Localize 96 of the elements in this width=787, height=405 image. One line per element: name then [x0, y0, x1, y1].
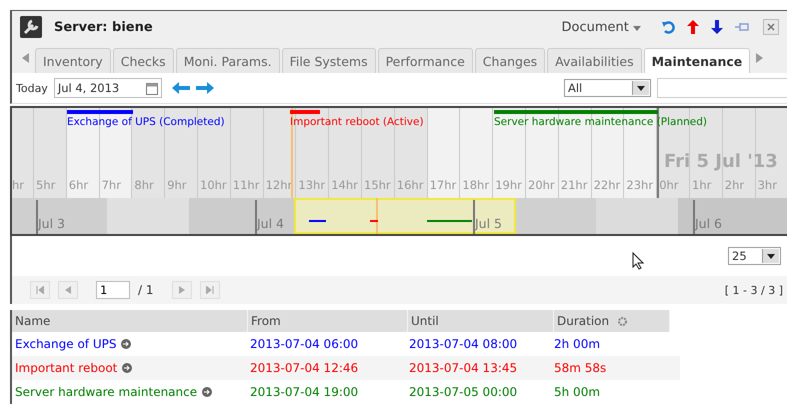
hour-label: 9hr — [167, 178, 187, 192]
hour-label: 5hr — [36, 178, 56, 192]
day-label: Jul 4 — [257, 216, 284, 231]
filter-select[interactable]: All — [564, 79, 651, 97]
table-cell[interactable]: Server hardware maintenance — [15, 385, 198, 399]
document-menu[interactable]: Document — [562, 20, 641, 34]
page-total: / 1 — [138, 283, 154, 297]
close-button[interactable] — [763, 19, 779, 35]
undo-icon[interactable] — [661, 20, 675, 34]
table-cell-text: 2013-07-05 00:00 — [408, 384, 518, 401]
hour-label: 23hr — [626, 178, 654, 192]
previous-page-icon[interactable] — [65, 286, 71, 294]
hour-label: 21hr — [560, 178, 588, 192]
next-page-icon[interactable] — [178, 286, 184, 294]
hour-label: 1hr — [692, 178, 712, 192]
go-icon[interactable] — [202, 387, 212, 397]
hour-label: 0hr — [659, 178, 679, 192]
event-marker — [309, 220, 326, 222]
today-label: Today — [16, 82, 48, 94]
selection-window[interactable] — [294, 198, 516, 234]
table-cell[interactable]: Exchange of UPS — [15, 337, 116, 351]
search-field[interactable] — [657, 78, 787, 98]
next-page-button[interactable] — [172, 281, 192, 299]
first-page-button[interactable] — [30, 281, 50, 299]
wrench-icon — [20, 16, 42, 38]
hour-label: 11hr — [232, 178, 260, 192]
tab[interactable]: Inventory — [35, 48, 111, 73]
day-label: Jul 5 — [475, 216, 502, 231]
tab[interactable]: Changes — [474, 48, 546, 73]
tab[interactable]: Maintenance — [644, 48, 750, 73]
table-cell-text: 2013-07-04 08:00 — [408, 336, 518, 353]
dropdown-icon[interactable] — [767, 254, 775, 258]
go-icon[interactable] — [121, 339, 132, 349]
tab[interactable]: Availabilities — [547, 48, 642, 73]
table-cell-text: 5h 00m — [553, 384, 602, 401]
table-cell-text: 2013-07-04 06:00 — [249, 336, 360, 353]
hour-label: 8hr — [134, 178, 154, 192]
hour-label: 20hr — [528, 178, 555, 192]
hour-label: 16hr — [396, 178, 424, 192]
dropdown-icon[interactable] — [637, 86, 645, 90]
hour-label: 22hr — [594, 178, 620, 192]
hour-label: 13hr — [298, 178, 326, 192]
hour-label: 15hr — [364, 178, 391, 192]
caret-icon[interactable] — [633, 26, 641, 30]
page-field[interactable]: 1 — [96, 281, 130, 299]
arrow-left-icon[interactable] — [172, 82, 190, 94]
scroll-left-icon[interactable] — [22, 53, 29, 63]
event-label[interactable]: Server hardware maintenance (Planned) — [494, 116, 707, 128]
column-header[interactable]: From — [248, 310, 408, 332]
hour-label: 7hr — [102, 178, 121, 192]
day-title: Fri 5 Jul '13 — [664, 151, 778, 172]
table-cell-text: 58m 58s — [553, 360, 608, 377]
hour-label: 19hr — [495, 178, 522, 192]
column-header[interactable]: Name — [12, 310, 248, 332]
event-marker — [427, 220, 472, 222]
arrow-up-icon[interactable] — [687, 20, 699, 34]
last-page-icon[interactable] — [206, 286, 214, 294]
tab[interactable]: File Systems — [282, 48, 376, 73]
column-header[interactable]: Duration — [554, 310, 670, 332]
day-label: Jul 3 — [38, 216, 66, 231]
arrow-right-icon[interactable] — [196, 82, 214, 94]
hour-label: 14hr — [331, 178, 358, 192]
scroll-right-icon[interactable] — [756, 53, 764, 63]
table-cell-text: 2013-07-04 19:00 — [249, 384, 360, 401]
date-field[interactable]: Jul 4, 2013 — [54, 78, 162, 98]
gear-icon[interactable] — [617, 316, 628, 326]
window-title: Server: biene — [54, 20, 153, 34]
tab[interactable]: Performance — [378, 48, 473, 73]
first-page-icon[interactable] — [36, 286, 44, 294]
arrow-down-icon[interactable] — [711, 20, 723, 34]
column-header[interactable]: Until — [408, 310, 554, 332]
hour-label: 18hr — [462, 178, 490, 192]
previous-page-button[interactable] — [58, 281, 78, 299]
hour-label: 2hr — [724, 178, 744, 192]
cursor-icon — [632, 252, 644, 270]
table-cell-text: 2013-07-04 12:46 — [249, 360, 360, 377]
event-marker — [370, 220, 378, 222]
tab[interactable]: Moni. Params. — [176, 48, 280, 73]
hour-label: 12hr — [266, 178, 292, 192]
tab[interactable]: Checks — [112, 48, 174, 73]
event-label[interactable]: Exchange of UPS (Completed) — [67, 116, 225, 128]
table-cell-text: 2h 00m — [553, 336, 602, 353]
hour-label: 6hr — [68, 178, 88, 192]
close-icon[interactable] — [767, 23, 775, 31]
day-label: Jul 6 — [695, 216, 722, 231]
hour-label: 3hr — [758, 178, 777, 192]
table-cell[interactable]: Important reboot — [15, 361, 118, 375]
last-page-button[interactable] — [200, 281, 220, 299]
record-range: [ 1 - 3 / 3 ] — [724, 284, 783, 296]
page-size-select[interactable]: 25 — [728, 247, 781, 265]
calendar-icon[interactable] — [146, 82, 158, 94]
hour-label: 17hr — [430, 178, 456, 192]
table-cell-text: 2013-07-04 13:45 — [408, 360, 518, 377]
hour-label: 10hr — [200, 178, 227, 192]
go-icon[interactable] — [122, 363, 132, 373]
pin-icon[interactable] — [735, 21, 749, 33]
